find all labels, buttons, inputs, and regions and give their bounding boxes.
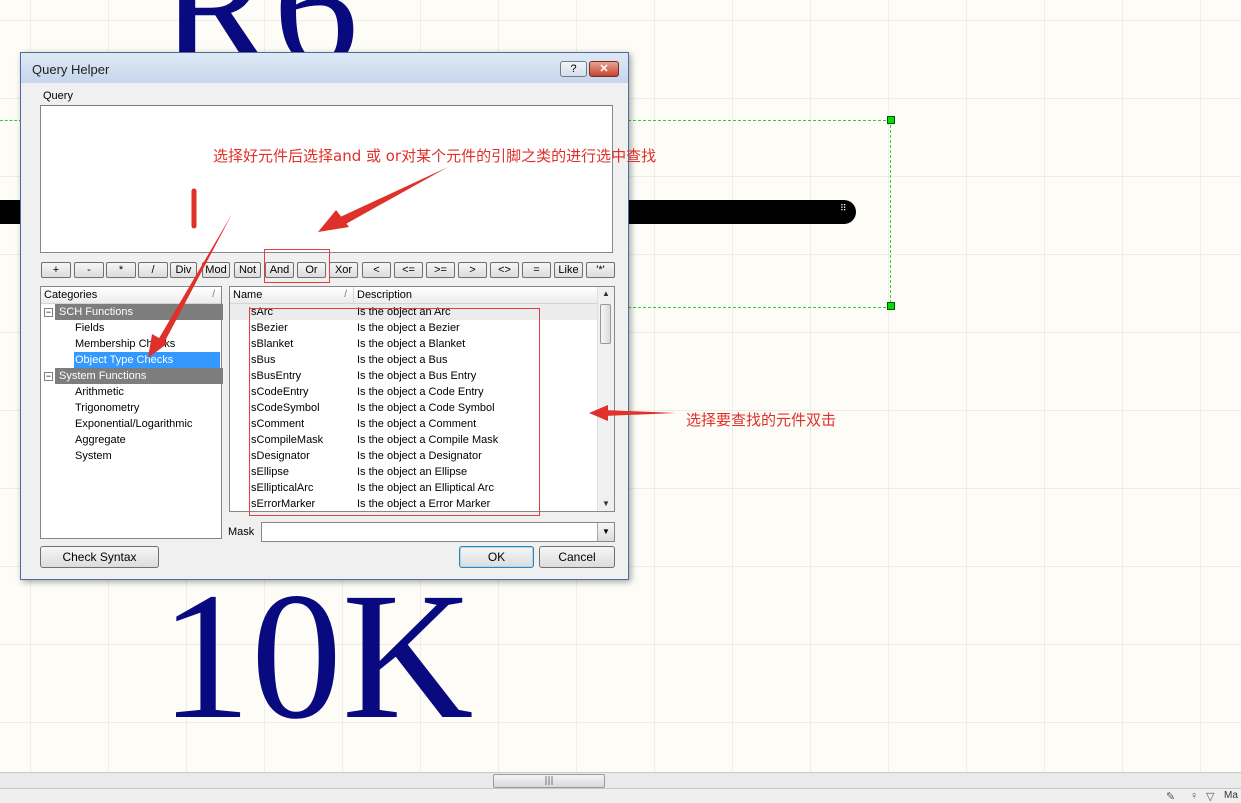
status-text: Ma — [1224, 790, 1238, 801]
tree-group-label: System Functions — [59, 370, 147, 382]
query-input[interactable] — [40, 105, 613, 253]
annotation-box-function-list — [249, 308, 540, 516]
operator-ge-button[interactable]: >= — [426, 262, 455, 278]
operator-eq-button[interactable]: = — [522, 262, 551, 278]
tree-item-arithmetic[interactable]: Arithmetic — [75, 384, 124, 400]
horizontal-scrollbar[interactable]: ||| — [0, 772, 1241, 789]
operator-xor-button[interactable]: Xor — [329, 262, 358, 278]
help-button[interactable]: ? — [560, 61, 587, 77]
description-header-label: Description — [357, 289, 413, 301]
annotation-box-and-or — [264, 249, 330, 283]
dialog-titlebar[interactable]: Query Helper ? ✕ — [21, 53, 628, 83]
scroll-down-icon[interactable]: ▼ — [598, 497, 614, 511]
dialog-title: Query Helper — [32, 62, 110, 77]
operator-wildcard-button[interactable]: '*' — [586, 262, 615, 278]
annotation-double-click-note: 选择要查找的元件双击 — [686, 411, 837, 429]
chevron-down-icon[interactable]: ▼ — [597, 523, 614, 541]
name-header-label: Name — [233, 289, 263, 301]
operator-ne-button[interactable]: <> — [490, 262, 519, 278]
operator-div-button[interactable]: Div — [170, 262, 197, 278]
scroll-up-icon[interactable]: ▲ — [598, 287, 614, 301]
collapse-icon[interactable]: − — [44, 308, 53, 317]
operator-gt-button[interactable]: > — [458, 262, 487, 278]
tree-group-sch-functions[interactable]: SCH Functions — [55, 304, 223, 320]
scrollbar-thumb[interactable]: ||| — [493, 774, 605, 788]
tree-item-membership-checks[interactable]: Membership Checks — [75, 336, 175, 352]
tree-item-system[interactable]: System — [75, 448, 112, 464]
status-bar: ✎ ♀ ▽ Ma — [0, 788, 1241, 803]
categories-header[interactable]: Categories / — [41, 287, 221, 304]
operator-plus-button[interactable]: + — [41, 262, 71, 278]
filter-icon[interactable]: ▽ — [1206, 790, 1214, 803]
scrollbar-thumb[interactable] — [600, 304, 611, 344]
ok-button[interactable]: OK — [459, 546, 534, 568]
tree-item-aggregate[interactable]: Aggregate — [75, 432, 126, 448]
name-column-header[interactable]: Name / — [230, 287, 354, 304]
sort-icon: / — [344, 289, 347, 300]
operator-minus-button[interactable]: - — [74, 262, 104, 278]
selection-outline — [628, 120, 891, 308]
operator-divide-button[interactable]: / — [138, 262, 168, 278]
description-column-header[interactable]: Description — [354, 287, 598, 304]
operator-multiply-button[interactable]: * — [106, 262, 136, 278]
tree-item-object-type-checks[interactable]: Object Type Checks — [74, 352, 220, 368]
operator-lt-button[interactable]: < — [362, 262, 391, 278]
annotation-and-or-note: 选择好元件后选择and 或 or对某个元件的引脚之类的进行选中查找 — [213, 147, 657, 165]
sort-icon: / — [212, 289, 215, 300]
tree-item-trigonometry[interactable]: Trigonometry — [75, 400, 139, 416]
component-value: 10K — [160, 556, 474, 757]
tree-item-fields[interactable]: Fields — [75, 320, 104, 336]
selection-handle[interactable] — [887, 302, 895, 310]
list-vertical-scrollbar[interactable]: ▲ ▼ — [597, 287, 614, 511]
pencil-icon[interactable]: ✎ — [1166, 790, 1175, 803]
tree-item-exponential[interactable]: Exponential/Logarithmic — [75, 416, 192, 432]
selection-outline-left — [0, 120, 22, 121]
operator-le-button[interactable]: <= — [394, 262, 423, 278]
tree-group-system-functions[interactable]: System Functions — [55, 368, 223, 384]
operator-not-button[interactable]: Not — [234, 262, 261, 278]
query-label: Query — [43, 90, 73, 102]
operator-like-button[interactable]: Like — [554, 262, 583, 278]
mask-label: Mask — [228, 526, 255, 538]
mask-combobox[interactable]: ▼ — [261, 522, 615, 542]
bulb-icon[interactable]: ♀ — [1190, 790, 1198, 802]
categories-panel[interactable]: Categories / SCH Functions − Fields Memb… — [40, 286, 223, 539]
tree-group-label: SCH Functions — [59, 306, 133, 318]
close-button[interactable]: ✕ — [589, 61, 619, 77]
operator-mod-button[interactable]: Mod — [202, 262, 230, 278]
cancel-button[interactable]: Cancel — [539, 546, 615, 568]
categories-header-label: Categories — [44, 289, 98, 301]
check-syntax-button[interactable]: Check Syntax — [40, 546, 159, 568]
selection-handle[interactable] — [887, 116, 895, 124]
collapse-icon[interactable]: − — [44, 372, 53, 381]
